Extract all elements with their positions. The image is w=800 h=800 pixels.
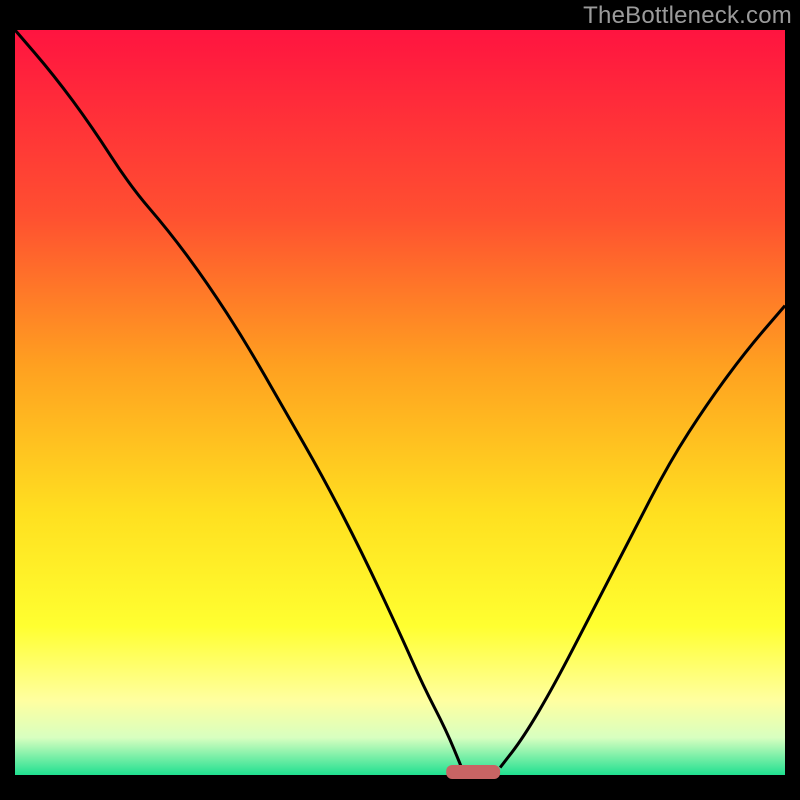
app-frame: TheBottleneck.com: [0, 0, 800, 800]
bottom-marker: [446, 765, 500, 779]
plot-background: [15, 30, 785, 775]
watermark-text: TheBottleneck.com: [583, 2, 792, 30]
bottleneck-chart: [0, 0, 800, 800]
